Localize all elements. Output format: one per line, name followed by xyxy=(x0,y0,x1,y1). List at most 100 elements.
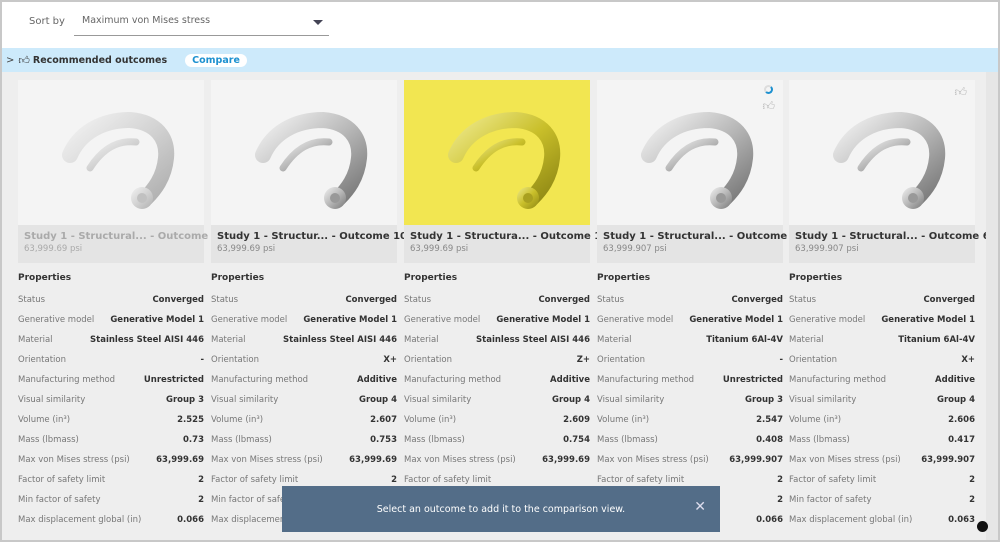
property-value: Generative Model 1 xyxy=(110,315,204,325)
outcome-thumbnail[interactable] xyxy=(404,80,590,225)
outcome-stress: 63,999.69 psi xyxy=(410,244,469,254)
property-value: Additive xyxy=(550,375,590,385)
property-label: Manufacturing method xyxy=(404,375,502,385)
property-value: Generative Model 1 xyxy=(303,315,397,325)
property-value: Group 4 xyxy=(936,395,975,405)
sort-by-dropdown[interactable]: Maximum von Mises stress xyxy=(74,10,329,36)
property-row: Generative model Generative Model 1 xyxy=(597,315,783,335)
property-row: Visual similarity Group 3 xyxy=(597,395,783,415)
app-frame: Sort by Maximum von Mises stress > 👍︎ Re… xyxy=(2,2,998,540)
property-value: 2 xyxy=(198,475,204,485)
outcome-title-box[interactable]: Study 1 - Structural... - Outcome 6 63,9… xyxy=(789,225,990,263)
outcome-title-box[interactable]: Study 1 - Structur... - Outcome 10 63,99… xyxy=(211,225,408,263)
loading-spinner-icon xyxy=(764,85,774,94)
outcome-title: Study 1 - Structur... - Outcome 10 xyxy=(217,231,408,242)
bracket-model-image xyxy=(833,111,946,209)
properties-heading: Properties xyxy=(211,273,265,283)
property-value: 0.066 xyxy=(177,515,204,525)
recommended-outcomes-label[interactable]: Recommended outcomes xyxy=(33,55,167,66)
property-value: Generative Model 1 xyxy=(881,315,975,325)
property-value: 2.606 xyxy=(948,415,975,425)
outcome-title-box[interactable]: Study 1 - Structural... - Outcome 5 63,9… xyxy=(597,225,798,263)
compare-button[interactable]: Compare xyxy=(185,53,247,67)
property-row: Status Converged xyxy=(211,295,397,315)
property-row: Material Stainless Steel AISI 446 xyxy=(18,335,204,355)
property-row: Generative model Generative Model 1 xyxy=(211,315,397,335)
property-row: Max von Mises stress (psi) 63,999.907 xyxy=(597,455,783,475)
recommended-outcomes-bar: > 👍︎ Recommended outcomes Compare xyxy=(2,48,998,72)
property-value: Generative Model 1 xyxy=(496,315,590,325)
property-label: Material xyxy=(404,335,439,345)
property-row: Status Converged xyxy=(404,295,590,315)
property-label: Max displacement global (in) xyxy=(789,515,913,525)
property-value: 63,999.907 xyxy=(921,455,975,465)
scrollbar[interactable] xyxy=(986,72,998,540)
outcome-thumbnail[interactable]: 👍︎ xyxy=(789,80,975,225)
property-row: Max von Mises stress (psi) 63,999.69 xyxy=(18,455,204,475)
outcome-card[interactable]: Study 1 - Structur... - Outcome 10 63,99… xyxy=(211,80,408,535)
toast-notification: Select an outcome to add it to the compa… xyxy=(282,486,720,532)
outcome-title: Study 1 - Structura... - Outcome 12 xyxy=(410,231,609,242)
property-label: Manufacturing method xyxy=(18,375,116,385)
property-row: Generative model Generative Model 1 xyxy=(18,315,204,335)
property-label: Generative model xyxy=(789,315,866,325)
outcome-title-box[interactable]: Study 1 - Structura... - Outcome 12 63,9… xyxy=(404,225,609,263)
property-label: Status xyxy=(211,295,239,305)
property-value: Converged xyxy=(538,295,590,305)
property-value: 63,999.907 xyxy=(729,455,783,465)
property-label: Max von Mises stress (psi) xyxy=(404,455,516,465)
outcome-title-box[interactable]: Study 1 - Structural... - Outcome 9 63,9… xyxy=(18,225,219,263)
property-row: Max von Mises stress (psi) 63,999.69 xyxy=(211,455,397,475)
property-label: Visual similarity xyxy=(597,395,665,405)
close-icon[interactable]: ✕ xyxy=(694,499,706,515)
property-value: - xyxy=(779,355,783,365)
bracket-model-image xyxy=(641,111,754,209)
property-row: Mass (lbmass) 0.754 xyxy=(404,435,590,455)
property-value: 2 xyxy=(198,495,204,505)
sort-by-label: Sort by xyxy=(29,16,65,27)
bracket-model-image xyxy=(62,111,175,209)
property-row: Visual similarity Group 4 xyxy=(211,395,397,415)
property-label: Orientation xyxy=(404,355,452,365)
property-value: 2.607 xyxy=(370,415,397,425)
property-row: Max von Mises stress (psi) 63,999.69 xyxy=(404,455,590,475)
outcome-thumbnail[interactable] xyxy=(18,80,204,225)
property-value: 63,999.69 xyxy=(349,455,397,465)
property-label: Status xyxy=(404,295,432,305)
property-value: 63,999.69 xyxy=(542,455,590,465)
property-row: Manufacturing method Unrestricted xyxy=(18,375,204,395)
outcome-thumbnail[interactable]: 👍︎ xyxy=(597,80,783,225)
property-label: Volume (in³) xyxy=(211,415,264,425)
property-label: Status xyxy=(18,295,46,305)
chevron-right-icon[interactable]: > xyxy=(6,55,14,66)
outcome-card[interactable]: 👍︎ Study 1 - Structural... - Outcome 5 6… xyxy=(597,80,798,535)
outcome-thumbnail[interactable] xyxy=(211,80,397,225)
property-row: Visual similarity Group 3 xyxy=(18,395,204,415)
property-value: - xyxy=(200,355,204,365)
property-row: Manufacturing method Additive xyxy=(789,375,975,395)
property-label: Orientation xyxy=(597,355,645,365)
help-icon[interactable] xyxy=(977,521,988,532)
property-label: Material xyxy=(211,335,246,345)
property-label: Min factor of safety xyxy=(789,495,872,505)
outcome-card[interactable]: Study 1 - Structura... - Outcome 12 63,9… xyxy=(404,80,609,535)
property-row: Generative model Generative Model 1 xyxy=(404,315,590,335)
property-value: 2.547 xyxy=(756,415,783,425)
property-value: Converged xyxy=(923,295,975,305)
property-label: Manufacturing method xyxy=(789,375,887,385)
thumbs-up-icon[interactable]: 👍︎ xyxy=(954,85,967,100)
outcome-stress: 63,999.69 psi xyxy=(217,244,276,254)
property-label: Max von Mises stress (psi) xyxy=(18,455,130,465)
outcome-card[interactable]: 👍︎ Study 1 - Structural... - Outcome 6 6… xyxy=(789,80,990,535)
outcome-card[interactable]: Study 1 - Structural... - Outcome 9 63,9… xyxy=(18,80,219,535)
property-value: Group 4 xyxy=(551,395,590,405)
property-label: Material xyxy=(18,335,53,345)
property-row: Volume (in³) 2.606 xyxy=(789,415,975,435)
thumbs-up-icon[interactable]: 👍︎ xyxy=(762,99,775,114)
property-row: Manufacturing method Additive xyxy=(404,375,590,395)
property-label: Volume (in³) xyxy=(404,415,457,425)
property-value: Titanium 6Al-4V xyxy=(706,335,783,345)
property-label: Max von Mises stress (psi) xyxy=(211,455,323,465)
property-row: Generative model Generative Model 1 xyxy=(789,315,975,335)
property-label: Mass (lbmass) xyxy=(597,435,658,445)
